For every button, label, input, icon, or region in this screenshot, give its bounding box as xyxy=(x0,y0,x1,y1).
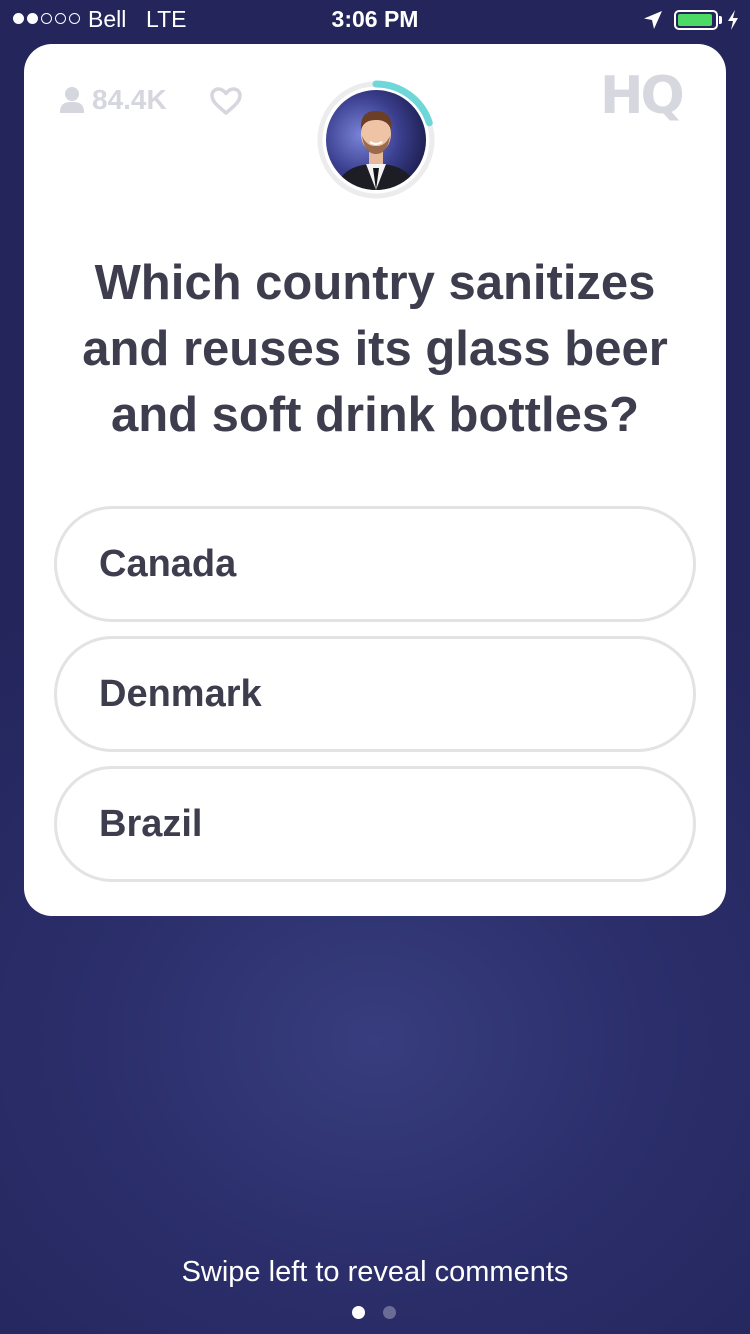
status-bar: Bell LTE 3:06 PM xyxy=(0,0,750,40)
viewer-count-label: 84.4K xyxy=(92,84,167,115)
answer-option-canada[interactable]: Canada xyxy=(54,506,696,622)
person-icon xyxy=(60,87,84,113)
answer-option-denmark[interactable]: Denmark xyxy=(54,636,696,752)
page-dot-2[interactable] xyxy=(383,1306,396,1319)
location-arrow-icon xyxy=(644,11,662,29)
question-card: 84.4K HQ Which country sanitizes and reu… xyxy=(24,44,726,916)
battery-level xyxy=(678,14,713,26)
viewer-count: 84.4K xyxy=(60,84,167,116)
battery-icon xyxy=(674,10,718,30)
host-avatar xyxy=(326,90,426,190)
charging-bolt-icon xyxy=(728,10,738,30)
host-timer xyxy=(314,78,438,202)
status-time: 3:06 PM xyxy=(331,6,419,32)
heart-icon[interactable] xyxy=(209,86,243,116)
swipe-hint: Swipe left to reveal comments xyxy=(181,1256,569,1288)
hq-logo: HQ xyxy=(600,66,685,126)
answer-option-brazil[interactable]: Brazil xyxy=(54,766,696,882)
page-indicator[interactable] xyxy=(352,1306,396,1319)
answer-list: Canada Denmark Brazil xyxy=(54,506,696,896)
battery-nub xyxy=(719,16,722,24)
host-portrait-icon xyxy=(326,90,426,190)
page-dot-1[interactable] xyxy=(352,1306,365,1319)
question-text: Which country sanitizes and reuses its g… xyxy=(82,256,668,442)
